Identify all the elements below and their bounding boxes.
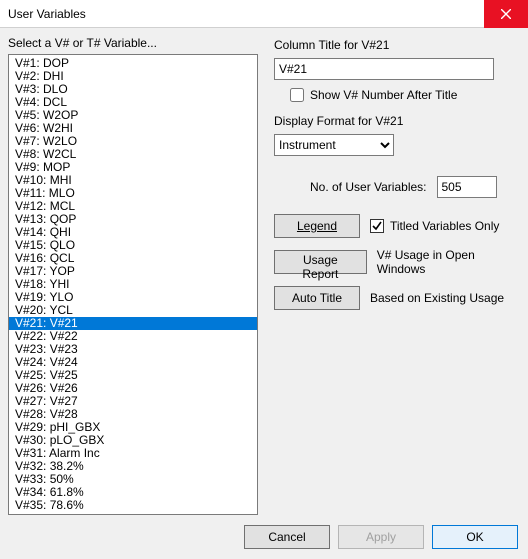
autotitle-row: Auto Title Based on Existing Usage	[274, 286, 520, 310]
column-title-input[interactable]	[274, 58, 494, 80]
variable-list-label: Select a V# or T# Variable...	[8, 36, 258, 50]
usage-row: Usage Report V# Usage in Open Windows	[274, 248, 520, 276]
list-item[interactable]: V#35: 78.6%	[9, 499, 257, 512]
autotitle-text: Based on Existing Usage	[370, 291, 504, 305]
show-number-row: Show V# Number After Title	[274, 88, 520, 102]
num-vars-label: No. of User Variables:	[310, 180, 427, 194]
apply-button: Apply	[338, 525, 424, 549]
auto-title-button[interactable]: Auto Title	[274, 286, 360, 310]
check-icon	[372, 221, 382, 231]
column-title-label: Column Title for V#21	[274, 38, 520, 52]
show-number-label: Show V# Number After Title	[310, 88, 457, 102]
legend-button[interactable]: Legend	[274, 214, 360, 238]
titled-only-checkbox[interactable]	[370, 219, 384, 233]
usage-text: V# Usage in Open Windows	[377, 248, 520, 276]
titlebar: User Variables	[0, 0, 528, 28]
variable-listbox[interactable]: V#1: DOPV#2: DHIV#3: DLOV#4: DCLV#5: W2O…	[8, 54, 258, 515]
num-vars-row: No. of User Variables:	[310, 176, 520, 198]
display-format-select[interactable]: Instrument	[274, 134, 394, 156]
right-panel: Column Title for V#21 Show V# Number Aft…	[274, 36, 520, 515]
cancel-button[interactable]: Cancel	[244, 525, 330, 549]
close-button[interactable]	[484, 0, 528, 28]
ok-button[interactable]: OK	[432, 525, 518, 549]
show-number-checkbox[interactable]	[290, 88, 304, 102]
left-panel: Select a V# or T# Variable... V#1: DOPV#…	[8, 36, 258, 515]
close-icon	[501, 9, 511, 19]
num-vars-input[interactable]	[437, 176, 497, 198]
titled-only-row: Titled Variables Only	[370, 219, 499, 233]
titled-only-label: Titled Variables Only	[390, 219, 499, 233]
content-area: Select a V# or T# Variable... V#1: DOPV#…	[0, 28, 528, 519]
dialog-buttons: Cancel Apply OK	[0, 519, 528, 559]
window-title: User Variables	[0, 7, 484, 21]
display-format-label: Display Format for V#21	[274, 114, 520, 128]
usage-report-button[interactable]: Usage Report	[274, 250, 367, 274]
legend-row: Legend Titled Variables Only	[274, 214, 520, 238]
